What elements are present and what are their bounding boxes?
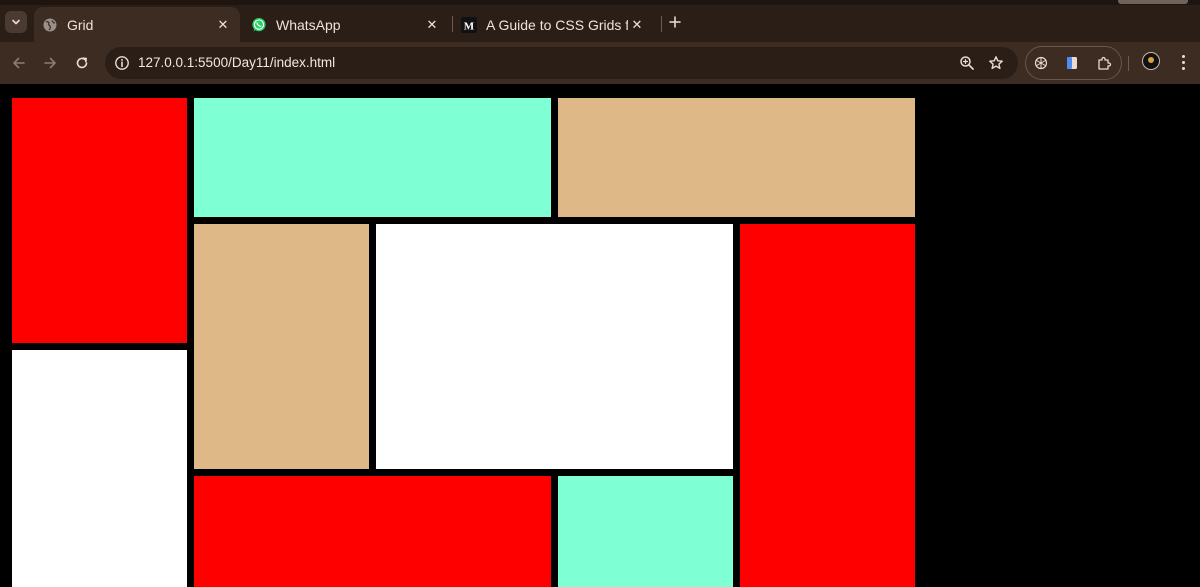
- grid-item-3: [558, 98, 915, 217]
- grid-item-9: [558, 476, 733, 587]
- grid-item-4: [194, 224, 369, 469]
- chevron-down-icon: [12, 19, 20, 25]
- new-tab-button[interactable]: [666, 13, 684, 31]
- chatgpt-extension-icon[interactable]: [1032, 54, 1050, 72]
- grid-item-2: [194, 98, 551, 217]
- document-extension-icon[interactable]: [1063, 54, 1081, 72]
- tab-whatsapp[interactable]: WhatsApp ✕: [243, 7, 449, 42]
- back-button[interactable]: [8, 52, 30, 74]
- profile-avatar[interactable]: [1142, 52, 1160, 70]
- puzzle-icon[interactable]: [1095, 54, 1113, 72]
- tab-css-grid-guide[interactable]: M A Guide to CSS Grids for ✕: [453, 7, 659, 42]
- browser-menu-icon[interactable]: [1174, 52, 1192, 72]
- grid-item-1: [12, 98, 187, 343]
- window-grip[interactable]: [1118, 0, 1188, 4]
- close-tab-icon[interactable]: ✕: [628, 16, 646, 34]
- reload-icon: [76, 57, 88, 69]
- svg-text:M: M: [464, 20, 475, 32]
- toolbar-separator: [1128, 56, 1129, 71]
- css-grid-container: [12, 98, 915, 587]
- tab-title: Grid: [67, 16, 94, 33]
- address-bar[interactable]: 127.0.0.1:5500/Day11/index.html: [105, 47, 1018, 79]
- grid-item-7: [12, 350, 187, 587]
- tab-search-button[interactable]: [5, 11, 27, 33]
- plus-icon: [669, 16, 681, 28]
- forward-button[interactable]: [39, 52, 61, 74]
- reload-button[interactable]: [71, 52, 93, 74]
- url-text[interactable]: 127.0.0.1:5500/Day11/index.html: [138, 55, 335, 70]
- tab-separator: [661, 16, 662, 32]
- site-info-icon[interactable]: [113, 54, 131, 72]
- bookmark-star-icon[interactable]: [987, 54, 1005, 72]
- medium-icon: M: [461, 16, 477, 33]
- zoom-icon[interactable]: [958, 54, 976, 72]
- tab-title: WhatsApp: [276, 16, 341, 33]
- close-tab-icon[interactable]: ✕: [423, 16, 441, 34]
- browser-toolbar: 127.0.0.1:5500/Day11/index.html: [0, 42, 1200, 84]
- tab-title: A Guide to CSS Grids for: [486, 16, 628, 33]
- arrow-left-icon: [13, 57, 25, 69]
- grid-item-8: [194, 476, 551, 587]
- grid-item-5: [376, 224, 733, 469]
- arrow-right-icon: [44, 57, 56, 69]
- whatsapp-icon: [251, 17, 267, 33]
- tab-grid[interactable]: Grid ✕: [34, 7, 240, 42]
- page-viewport: [0, 84, 1200, 587]
- grid-item-6: [740, 224, 915, 587]
- extensions-group: [1025, 46, 1122, 80]
- tab-strip: Grid ✕ WhatsApp ✕ M A Guide to CSS Grids…: [0, 0, 1200, 42]
- close-tab-icon[interactable]: ✕: [214, 16, 232, 34]
- window-top-bar: [0, 0, 1200, 5]
- globe-icon: [42, 17, 58, 33]
